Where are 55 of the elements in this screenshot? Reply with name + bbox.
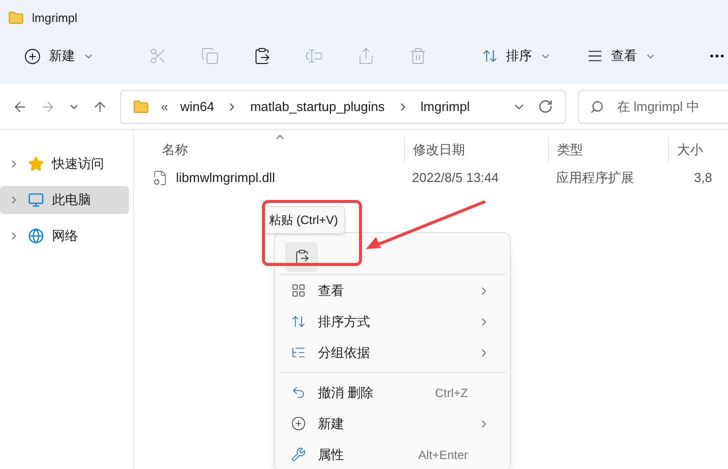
overflow-chevrons[interactable]: « <box>161 96 168 116</box>
sidebar-item[interactable]: 此电脑 <box>0 186 129 214</box>
column-header[interactable]: 名称 <box>134 138 404 162</box>
type-cell-text: 应用程序扩展 <box>555 169 635 188</box>
view-button[interactable]: 查看 <box>579 40 664 72</box>
paste-icon <box>294 248 310 264</box>
file-name[interactable]: libmwlmgrimpl.dll <box>176 168 275 188</box>
rename-icon <box>305 47 323 65</box>
menu-item[interactable]: 属性 Alt+Enter <box>279 439 506 469</box>
breadcrumb[interactable]: matlab_startup_plugins <box>250 96 385 116</box>
breadcrumb[interactable]: lmgrimpl <box>420 96 470 116</box>
folder-icon <box>133 98 149 114</box>
column-header[interactable]: 类型 <box>548 138 668 162</box>
menu-item[interactable]: 排序方式 <box>279 306 506 337</box>
sort-icon <box>291 314 306 329</box>
menu-item[interactable]: 撤消 删除 Ctrl+Z <box>279 377 506 408</box>
menu-item[interactable]: 分组依据 <box>279 337 506 368</box>
paste-icon <box>253 47 271 65</box>
undo-icon <box>291 385 306 400</box>
share-icon <box>357 47 375 65</box>
refresh-icon[interactable] <box>538 99 553 114</box>
tooltip: 粘贴 (Ctrl+V) <box>262 206 345 234</box>
search-field[interactable]: 在 lmgrimpl 中 <box>578 90 728 124</box>
scissors-icon <box>149 47 167 65</box>
globe-icon <box>28 228 44 244</box>
sidebar-item[interactable]: 网络 <box>0 222 129 250</box>
column-header[interactable]: 大小 <box>668 138 728 162</box>
paste-button[interactable] <box>285 242 318 272</box>
trash-icon <box>409 47 427 65</box>
grid-icon <box>291 283 306 298</box>
plus-icon <box>291 416 306 431</box>
lines-icon <box>587 48 603 64</box>
menu-item[interactable]: 新建 <box>279 408 506 439</box>
size-cell-text: 3,8 <box>693 169 714 188</box>
window-title: lmgrimpl <box>32 10 78 27</box>
date-cell-text: 2022/8/5 13:44 <box>411 169 500 188</box>
monitor-icon <box>28 192 44 208</box>
search-icon <box>590 100 604 114</box>
properties-icon <box>291 447 306 462</box>
sort-icon <box>482 48 498 64</box>
sort-button[interactable]: 排序 <box>474 40 559 72</box>
breadcrumb[interactable]: win64 <box>180 96 214 116</box>
file-icon <box>152 170 168 186</box>
shortcut-label: Alt+Enter <box>418 446 468 464</box>
sidebar-item[interactable]: 快速访问 <box>0 150 129 178</box>
address-bar[interactable]: « win64 matlab_startup_plugins lmgrimpl <box>120 90 566 124</box>
menu-item[interactable]: 查看 <box>279 275 506 306</box>
shortcut-label: Ctrl+Z <box>435 384 468 402</box>
folder-icon <box>8 10 24 26</box>
new-button[interactable]: 新建 <box>16 40 102 72</box>
list-icon <box>291 345 306 360</box>
plus-icon <box>24 48 41 64</box>
column-header[interactable]: 修改日期 <box>404 138 548 162</box>
copy-icon <box>201 47 219 65</box>
star-icon <box>28 156 44 172</box>
